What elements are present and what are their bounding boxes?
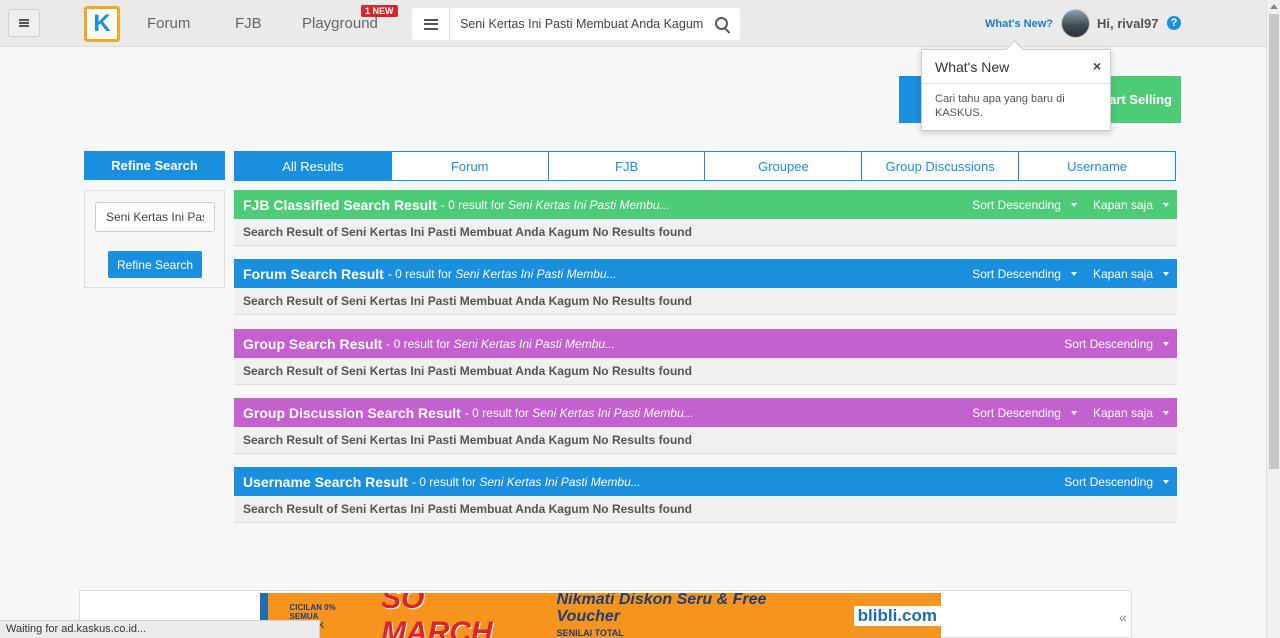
section-header: Group Search Result - 0 result for Seni … <box>234 329 1177 358</box>
section-body: Search Result of Seni Kertas Ini Pasti M… <box>234 219 1177 246</box>
time-dropdown[interactable]: Kapan saja <box>1093 267 1169 281</box>
ad-banner[interactable]: CICILAN 0%SEMUA PRODUK SO MARCH Nikmati … <box>260 593 941 638</box>
refine-search-input[interactable] <box>95 202 215 232</box>
ad-headline: SO MARCH <box>381 593 493 638</box>
popover-divider <box>922 83 1110 84</box>
sort-dropdown[interactable]: Sort Descending <box>972 406 1077 420</box>
caret-down-icon <box>1163 479 1169 484</box>
section-controls: Sort Descending Kapan saja <box>956 190 1169 219</box>
search-box <box>412 8 740 40</box>
top-navbar: K Forum FJB Playground 1 NEW What's New?… <box>0 0 1266 47</box>
caret-down-icon <box>1163 341 1169 346</box>
tab-group-discussions[interactable]: Group Discussions <box>862 151 1020 181</box>
collapse-icon[interactable]: « <box>1119 609 1127 625</box>
section-query: Seni Kertas Ini Pasti Membu... <box>453 336 616 351</box>
scroll-thumb[interactable] <box>1269 14 1279 469</box>
username-result-section: Username Search Result - 0 result for Se… <box>234 467 1177 523</box>
section-meta: - 0 result for Seni Kertas Ini Pasti Mem… <box>386 336 616 351</box>
caret-down-icon <box>1070 202 1077 207</box>
section-query: Seni Kertas Ini Pasti Membu... <box>455 266 617 281</box>
new-badge: 1 NEW <box>361 5 398 17</box>
refine-search-panel: Refine Search <box>84 190 225 288</box>
nav-forum-link[interactable]: Forum <box>147 15 190 32</box>
section-body: Search Result of Seni Kertas Ini Pasti M… <box>234 358 1177 385</box>
sort-dropdown[interactable]: Sort Descending <box>972 267 1077 281</box>
popover-title: What's New <box>935 59 1010 75</box>
caret-down-icon <box>1163 271 1169 276</box>
nav-fjb-link[interactable]: FJB <box>235 15 262 32</box>
browser-status-bar: Waiting for ad.kaskus.co.id... <box>0 620 320 638</box>
group-discussion-result-section: Group Discussion Search Result - 0 resul… <box>234 398 1177 454</box>
section-controls: Sort Descending <box>1048 467 1169 496</box>
section-header: Group Discussion Search Result - 0 resul… <box>234 398 1177 427</box>
time-dropdown[interactable]: Kapan saja <box>1093 198 1169 212</box>
nav-playground-link[interactable]: Playground <box>302 15 378 32</box>
section-title: Username Search Result <box>243 473 408 490</box>
whats-new-link[interactable]: What's New? <box>985 18 1053 30</box>
search-input[interactable] <box>460 8 708 40</box>
section-controls: Sort Descending Kapan saja <box>956 259 1169 288</box>
section-header: Forum Search Result - 0 result for Seni … <box>234 259 1177 288</box>
sort-dropdown[interactable]: Sort Descending <box>1064 337 1169 351</box>
avatar[interactable] <box>1061 9 1090 38</box>
close-icon[interactable]: × <box>1093 58 1101 74</box>
section-meta: - 0 result for Seni Kertas Ini Pasti Mem… <box>440 197 670 212</box>
group-result-section: Group Search Result - 0 result for Seni … <box>234 329 1177 385</box>
section-title: Group Search Result <box>243 335 383 352</box>
hamburger-icon <box>19 19 29 27</box>
section-title: Forum Search Result <box>243 265 384 282</box>
ad-tagline: Nikmati Diskon Seru & Free Voucher SENILA… <box>556 593 767 638</box>
section-meta: - 0 result for Seni Kertas Ini Pasti Mem… <box>464 405 694 420</box>
tab-groupee[interactable]: Groupee <box>705 151 863 181</box>
section-header: FJB Classified Search Result - 0 result … <box>234 190 1177 219</box>
section-title: FJB Classified Search Result <box>243 196 437 213</box>
caret-down-icon <box>1163 202 1169 207</box>
main-menu-button[interactable] <box>8 9 40 37</box>
popover-body: Cari tahu apa yang baru di KASKUS. <box>935 93 1065 119</box>
section-query: Seni Kertas Ini Pasti Membu... <box>479 474 641 489</box>
page-scrollbar[interactable] <box>1266 0 1280 638</box>
sort-dropdown[interactable]: Sort Descending <box>972 198 1077 212</box>
caret-down-icon <box>1070 271 1077 276</box>
ad-brand-logo: blibli.com <box>853 606 941 626</box>
whats-new-popover: What's New × Cari tahu apa yang baru di … <box>921 49 1111 131</box>
section-controls: Sort Descending <box>1048 329 1169 358</box>
result-tabs: All Results Forum FJB Groupee Group Disc… <box>234 151 1176 181</box>
sort-dropdown[interactable]: Sort Descending <box>1064 475 1169 489</box>
caret-down-icon <box>1070 410 1077 415</box>
section-header: Username Search Result - 0 result for Se… <box>234 467 1177 496</box>
section-body: Search Result of Seni Kertas Ini Pasti M… <box>234 496 1177 523</box>
kaskus-logo[interactable]: K <box>84 6 120 42</box>
search-icon[interactable] <box>715 17 728 30</box>
scroll-up-icon[interactable] <box>1270 4 1278 9</box>
section-query: Seni Kertas Ini Pasti Membu... <box>532 405 694 420</box>
section-title: Group Discussion Search Result <box>243 404 461 421</box>
tab-username[interactable]: Username <box>1019 151 1176 181</box>
help-icon[interactable]: ? <box>1167 16 1181 30</box>
section-meta: - 0 result for Seni Kertas Ini Pasti Mem… <box>411 474 641 489</box>
section-body: Search Result of Seni Kertas Ini Pasti M… <box>234 288 1177 315</box>
user-greeting[interactable]: Hi, rival97 <box>1097 16 1158 31</box>
refine-search-header: Refine Search <box>84 151 225 180</box>
time-dropdown[interactable]: Kapan saja <box>1093 406 1169 420</box>
fjb-result-section: FJB Classified Search Result - 0 result … <box>234 190 1177 246</box>
tab-all-results[interactable]: All Results <box>234 151 392 181</box>
tab-forum[interactable]: Forum <box>391 151 549 181</box>
refine-search-button[interactable]: Refine Search <box>108 251 202 278</box>
section-body: Search Result of Seni Kertas Ini Pasti M… <box>234 427 1177 454</box>
caret-down-icon <box>1163 410 1169 415</box>
section-query: Seni Kertas Ini Pasti Membu... <box>508 197 670 212</box>
list-icon <box>423 18 438 30</box>
section-controls: Sort Descending Kapan saja <box>956 398 1169 427</box>
section-meta: - 0 result for Seni Kertas Ini Pasti Mem… <box>387 266 617 281</box>
forum-result-section: Forum Search Result - 0 result for Seni … <box>234 259 1177 315</box>
search-category-button[interactable] <box>412 8 450 40</box>
tab-fjb[interactable]: FJB <box>548 151 706 181</box>
